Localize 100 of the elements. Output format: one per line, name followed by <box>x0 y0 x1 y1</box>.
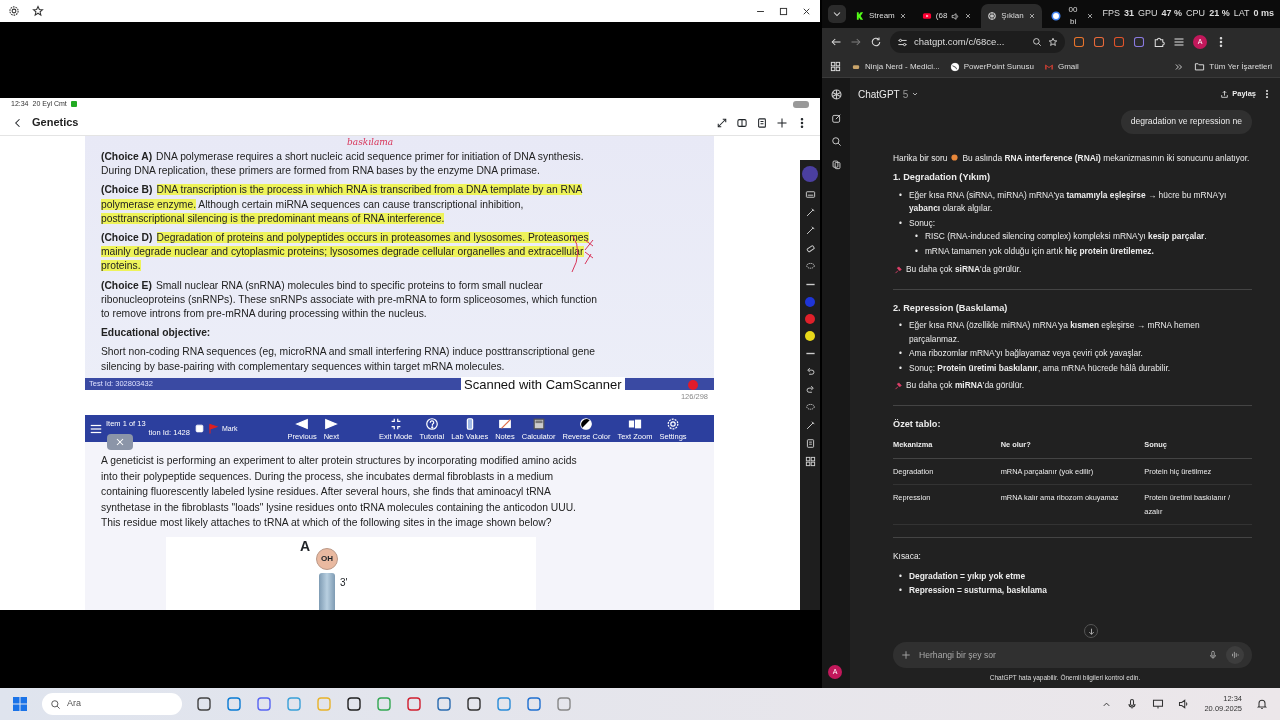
monitor-icon[interactable] <box>1152 698 1165 710</box>
expand-icon[interactable] <box>716 116 728 129</box>
reload-icon[interactable] <box>870 36 882 48</box>
lasso-icon[interactable] <box>804 261 816 272</box>
media-icon[interactable] <box>1173 36 1185 48</box>
pushpin-icon <box>893 264 903 275</box>
browser-tab[interactable]: Stream <box>849 4 913 28</box>
perf-value: 0 ms <box>1253 7 1274 21</box>
split-view-icon[interactable] <box>736 116 748 129</box>
browser-tab[interactable]: Şıklan <box>981 4 1042 28</box>
perf-label: FPS <box>1102 7 1121 21</box>
knot-logo-icon[interactable] <box>829 88 843 101</box>
share-icon <box>1220 89 1230 99</box>
bullet: • <box>899 584 902 597</box>
contrast-icon <box>579 416 594 431</box>
add-icon[interactable] <box>776 116 788 129</box>
end-label: 3' <box>340 575 348 590</box>
all-bookmarks-button[interactable]: Tüm Yer İşaretleri <box>1194 60 1272 73</box>
note-text: Bu daha çok miRNA'da görülür. <box>906 379 1024 392</box>
microphone-icon[interactable] <box>1126 698 1139 710</box>
redo-icon[interactable] <box>804 384 816 395</box>
eraser-icon[interactable] <box>804 243 816 254</box>
library-icon[interactable] <box>830 159 842 170</box>
plus-icon <box>901 650 911 660</box>
knot-logo-icon <box>987 11 998 21</box>
bullet: • <box>899 188 902 202</box>
browser-tab[interactable]: (68 <box>915 4 979 28</box>
search-icon[interactable] <box>830 136 842 147</box>
list-item-text: Repression = susturma, baskılama <box>908 585 1047 595</box>
section-heading: 2. Repression (Baskılama) <box>893 301 1009 315</box>
chevron-down-icon <box>911 90 920 98</box>
close-icon <box>1085 12 1094 20</box>
apps-icon[interactable] <box>830 61 841 72</box>
perf-label: GPU <box>1138 7 1158 21</box>
maximize-icon[interactable] <box>778 5 789 17</box>
extension-icon[interactable] <box>1113 36 1125 48</box>
app-notification-icon <box>70 101 77 107</box>
circle-logo-icon <box>1050 11 1061 21</box>
settings-icon <box>666 416 680 431</box>
left-triangle-icon <box>295 416 310 431</box>
list-item-text: RISC (RNA-induced silencing complex) kompleksi mRNA'yı kesip parçalar. <box>924 230 1207 243</box>
extension-icon[interactable] <box>1093 36 1105 48</box>
page-icon[interactable] <box>804 438 816 449</box>
note-text: Bu daha çok siRNA'da görülür. <box>906 263 1022 276</box>
pencil-icon[interactable] <box>804 420 816 431</box>
settings-icon[interactable] <box>8 5 20 17</box>
right-triangle-icon <box>324 416 339 431</box>
page-icon[interactable] <box>756 116 768 129</box>
list-item-text: Sonuç: <box>908 217 935 228</box>
color-swatch[interactable] <box>805 297 815 307</box>
back-arrow-icon[interactable] <box>830 36 842 48</box>
voice-mode-button[interactable] <box>1226 646 1244 664</box>
scroll-down-button[interactable] <box>1084 624 1098 638</box>
color-swatch[interactable] <box>805 314 815 324</box>
grid-icon[interactable] <box>804 456 816 467</box>
pushpin-icon <box>893 380 903 391</box>
perf-label: LAT <box>1233 7 1250 21</box>
new-chat-icon[interactable] <box>830 113 842 124</box>
pencil-icon[interactable] <box>804 207 816 218</box>
taskbar-app-icon[interactable] <box>466 696 482 712</box>
bullet: • <box>899 216 902 230</box>
forward-arrow-icon[interactable] <box>850 36 862 48</box>
bookmark-link[interactable]: PowerPoint Sunusu <box>949 60 1034 73</box>
undo-icon[interactable] <box>804 366 816 377</box>
tab-list-button[interactable] <box>828 5 846 23</box>
color-swatch[interactable] <box>805 331 815 341</box>
puzzle-icon[interactable] <box>1153 36 1165 48</box>
taskbar-app-icon[interactable] <box>196 696 212 712</box>
address-bar[interactable]: chatgpt.com/c/68ce... <box>890 31 1065 53</box>
list-item-text: Degradation = yıkıp yok etme <box>908 570 1026 581</box>
notification-icon[interactable] <box>1256 698 1268 710</box>
message-input[interactable]: Herhangi bir şey sor <box>893 642 1252 668</box>
answer-explanation: (Choice A) DNA polymerase requires a short nucleic acid sequence primer for initiation of DNA synthesis. During DNA replication, these primers are formed from RNA bases by the enzyme DNA primase. <box>101 150 585 179</box>
extension-icon[interactable] <box>1133 36 1145 48</box>
search-icon <box>50 698 61 710</box>
bullet: • <box>899 569 902 583</box>
bookmark-link[interactable]: Gmail <box>1043 60 1079 73</box>
extension-icon[interactable] <box>1073 36 1085 48</box>
bookmark-link[interactable]: Ninja Nerd - Medici... <box>851 60 940 73</box>
battery-icon <box>793 100 809 108</box>
keyboard-icon[interactable] <box>804 189 816 200</box>
paragraph-text: Bu aslında RNA interference (RNAi) mekanizmasının iki sonucunu anlatıyor. <box>962 152 1250 163</box>
star-icon[interactable] <box>32 5 44 17</box>
model-selector[interactable]: ChatGPT 5 <box>858 86 920 102</box>
folder-icon <box>1194 61 1206 72</box>
more-bookmarks-icon[interactable] <box>1174 61 1185 72</box>
notepad-icon <box>497 416 512 431</box>
taskbar-app-icon[interactable] <box>346 696 362 712</box>
start-icon[interactable] <box>12 696 28 712</box>
paragraph-text: Kısaca: <box>893 551 921 561</box>
search-icon <box>1032 37 1042 47</box>
handwritten-note: baskılama <box>347 137 394 148</box>
scanner-watermark-label: Scanned with CamScanner <box>461 377 625 393</box>
pencil-icon[interactable] <box>804 225 816 236</box>
shape-icon[interactable] <box>804 402 816 413</box>
taskbar-search[interactable]: Ara <box>42 693 182 715</box>
perf-value: 31 <box>1124 7 1135 21</box>
list-item-text: Eğer kısa RNA (siRNA, miRNA) mRNA'ya tamamıyla eşleşirse → hücre bu mRNA'yı yabancı olarak algılar. <box>908 189 1227 213</box>
flag-icon <box>206 422 219 435</box>
browser-tab[interactable]: 00 bi <box>1044 4 1100 28</box>
